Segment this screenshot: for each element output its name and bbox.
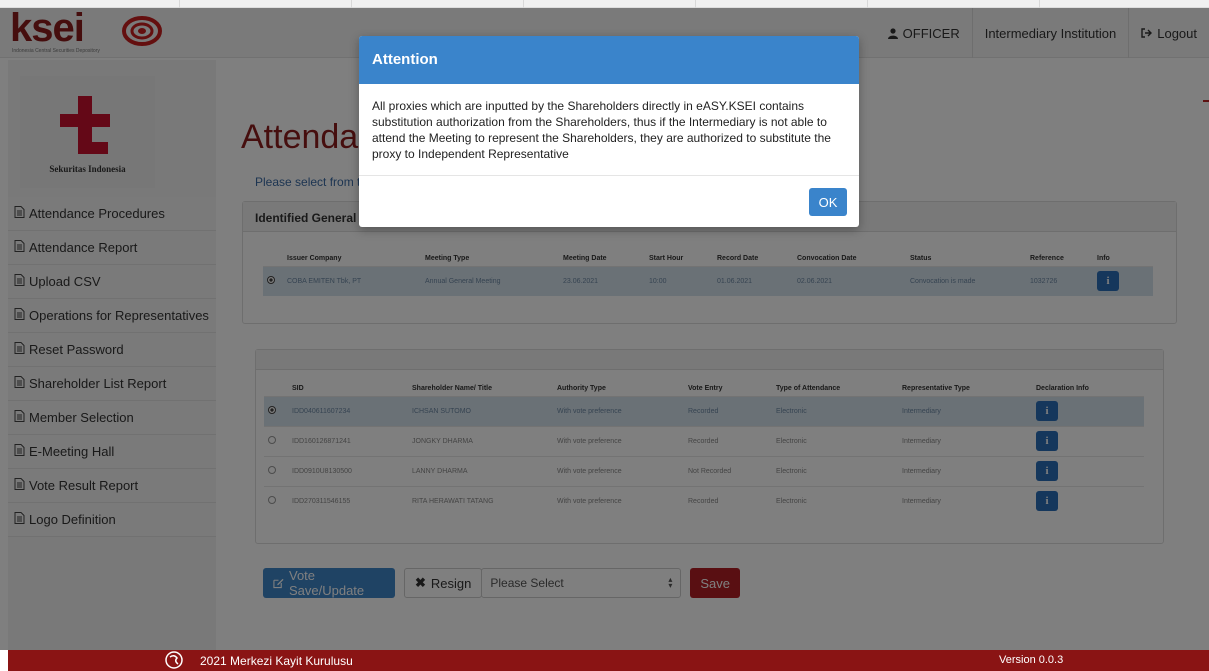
attention-dialog: Attention All proxies which are inputted… [359,36,859,227]
ok-button[interactable]: OK [809,188,847,216]
dialog-title: Attention [359,36,859,84]
app-footer: 2021 Merkezi Kayit Kurulusu Version 0.0.… [8,650,1209,671]
footer-version: Version 0.0.3 [999,654,1064,666]
footer-copyright: 2021 Merkezi Kayit Kurulusu [200,654,353,668]
dialog-message: All proxies which are inputted by the Sh… [359,84,859,176]
browser-tab-strip [0,0,1209,8]
footer-logo-icon [165,651,183,669]
dialog-footer: OK [359,176,859,227]
